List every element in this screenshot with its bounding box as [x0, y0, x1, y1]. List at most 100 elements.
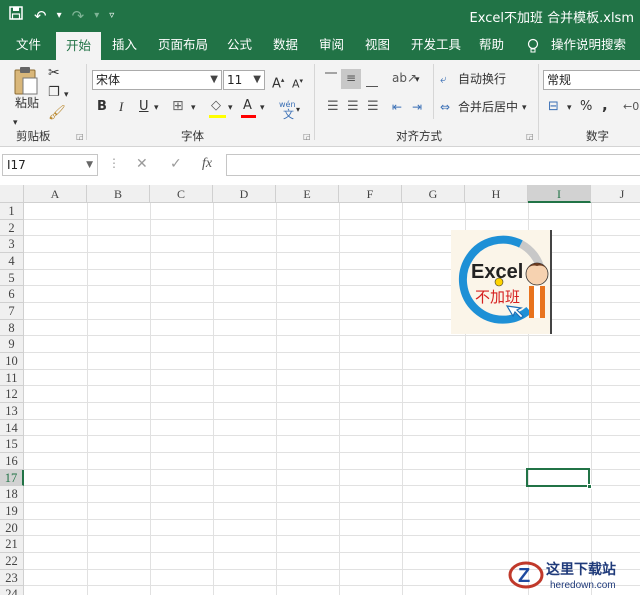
decrease-indent-icon[interactable]: ⇤	[392, 98, 402, 116]
bold-button[interactable]: B	[97, 98, 107, 116]
row-header[interactable]: 6	[0, 286, 24, 303]
row-header[interactable]: 15	[0, 436, 24, 453]
row-header[interactable]: 19	[0, 503, 24, 520]
alignment-launcher-icon[interactable]: ◲	[526, 132, 534, 141]
redo-icon[interactable]: ↷	[72, 6, 85, 26]
name-box[interactable]: I17 ▼	[2, 154, 98, 176]
paste-icon[interactable]	[12, 66, 40, 96]
fill-handle[interactable]	[587, 484, 592, 489]
tab-view[interactable]: 视图	[365, 30, 390, 60]
row-header[interactable]: 20	[0, 520, 24, 536]
column-header[interactable]: F	[339, 185, 402, 203]
tab-review[interactable]: 审阅	[319, 30, 344, 60]
column-header[interactable]: C	[150, 185, 213, 203]
undo-icon[interactable]: ↶	[34, 6, 47, 26]
column-header[interactable]: D	[213, 185, 276, 203]
column-header[interactable]: G	[402, 185, 465, 203]
increase-decimal-icon[interactable]: ←0	[623, 98, 639, 116]
cut-icon[interactable]: ✂	[48, 64, 60, 82]
paste-button[interactable]: 粘贴	[15, 94, 39, 112]
borders-dropdown-icon[interactable]: ▾	[191, 99, 196, 117]
increase-indent-icon[interactable]: ⇥	[412, 98, 422, 116]
row-header[interactable]: 5	[0, 270, 24, 286]
borders-icon[interactable]: ⊞	[172, 97, 184, 115]
phonetic-dropdown-icon[interactable]: ▾	[296, 101, 300, 119]
column-header[interactable]: J	[591, 185, 640, 203]
comma-style-button[interactable]: ,	[602, 96, 608, 114]
customize-qat-icon[interactable]: ▿	[109, 6, 114, 26]
italic-button[interactable]: I	[119, 98, 123, 116]
copy-icon[interactable]: ❐	[48, 84, 60, 102]
excel-logo-image[interactable]: Excel 不加班	[451, 230, 552, 334]
worksheet-grid[interactable]: A B C D E F G H I J 1 2 3 4 5 6 7 8 9 10…	[0, 185, 640, 595]
font-color-dropdown-icon[interactable]: ▾	[260, 99, 265, 117]
enter-icon[interactable]: ✓	[170, 156, 182, 172]
lightbulb-icon[interactable]	[527, 30, 539, 60]
format-painter-icon[interactable]: 🖌	[48, 104, 66, 122]
number-format-select[interactable]: 常规	[543, 70, 640, 90]
tab-developer[interactable]: 开发工具	[411, 30, 461, 60]
row-header[interactable]: 18	[0, 486, 24, 503]
tab-data[interactable]: 数据	[273, 30, 298, 60]
accounting-dropdown-icon[interactable]: ▾	[567, 99, 572, 117]
row-header[interactable]: 24	[0, 586, 24, 595]
tab-help[interactable]: 帮助	[479, 30, 504, 60]
orientation-dropdown-icon[interactable]: ▾	[415, 71, 420, 89]
merge-center-button[interactable]: 合并后居中	[458, 98, 518, 116]
tab-insert[interactable]: 插入	[112, 30, 137, 60]
row-header[interactable]: 23	[0, 570, 24, 586]
align-right-icon[interactable]: ☰	[367, 98, 379, 116]
underline-dropdown-icon[interactable]: ▾	[154, 99, 159, 117]
fill-color-icon[interactable]: ◇	[211, 97, 221, 115]
grow-font-button[interactable]: A▴	[272, 71, 284, 93]
shrink-font-button[interactable]: A▾	[292, 72, 303, 94]
font-size-select[interactable]: 11 ▼	[223, 70, 265, 90]
row-header[interactable]: 13	[0, 403, 24, 420]
column-header-selected[interactable]: I	[528, 185, 591, 203]
formula-input[interactable]	[226, 154, 640, 176]
column-header[interactable]: E	[276, 185, 339, 203]
undo-dropdown-icon[interactable]: ▾	[57, 6, 62, 26]
row-header[interactable]: 22	[0, 553, 24, 570]
more-options-icon[interactable]: ⋮	[108, 156, 120, 170]
row-header[interactable]: 10	[0, 353, 24, 370]
font-color-icon[interactable]: A	[243, 97, 252, 115]
column-header[interactable]: H	[465, 185, 528, 203]
tab-page-layout[interactable]: 页面布局	[158, 30, 208, 60]
column-header[interactable]: B	[87, 185, 150, 203]
tell-me-search[interactable]: 操作说明搜索	[551, 30, 626, 60]
row-header[interactable]: 9	[0, 336, 24, 353]
tab-home[interactable]: 开始	[56, 32, 102, 60]
font-name-select[interactable]: 宋体 ▼	[92, 70, 222, 90]
row-header[interactable]: 2	[0, 220, 24, 236]
row-header[interactable]: 12	[0, 386, 24, 403]
orientation-icon[interactable]: ab↗	[392, 69, 417, 87]
fill-color-dropdown-icon[interactable]: ▾	[228, 99, 233, 117]
column-header[interactable]: A	[24, 185, 87, 203]
merge-center-icon[interactable]: ⇔	[440, 98, 450, 116]
save-icon[interactable]	[8, 5, 24, 26]
row-header[interactable]: 11	[0, 370, 24, 386]
cancel-icon[interactable]: ✕	[136, 156, 148, 172]
row-header[interactable]: 14	[0, 420, 24, 436]
row-header-selected[interactable]: 17	[0, 470, 24, 486]
align-middle-icon[interactable]: ≡	[341, 69, 361, 89]
accounting-format-icon[interactable]: ⊟	[548, 98, 559, 116]
row-header[interactable]: 8	[0, 320, 24, 336]
tab-formulas[interactable]: 公式	[227, 30, 252, 60]
align-top-icon[interactable]: ⎺	[325, 69, 337, 87]
wrap-text-button[interactable]: 自动换行	[458, 70, 506, 88]
row-header[interactable]: 16	[0, 453, 24, 470]
tab-file[interactable]: 文件	[16, 30, 41, 60]
merge-dropdown-icon[interactable]: ▾	[522, 99, 527, 117]
insert-function-icon[interactable]: fx	[202, 156, 212, 172]
font-launcher-icon[interactable]: ◲	[303, 132, 311, 141]
underline-button[interactable]: U	[139, 98, 149, 116]
align-bottom-icon[interactable]: ⎽	[366, 71, 378, 89]
wrap-text-icon[interactable]: ⤶	[440, 70, 447, 88]
row-header[interactable]: 7	[0, 303, 24, 320]
row-header[interactable]: 21	[0, 536, 24, 553]
select-all-button[interactable]	[0, 185, 24, 203]
align-left-icon[interactable]: ☰	[327, 98, 339, 116]
redo-dropdown-icon[interactable]: ▾	[94, 6, 99, 26]
